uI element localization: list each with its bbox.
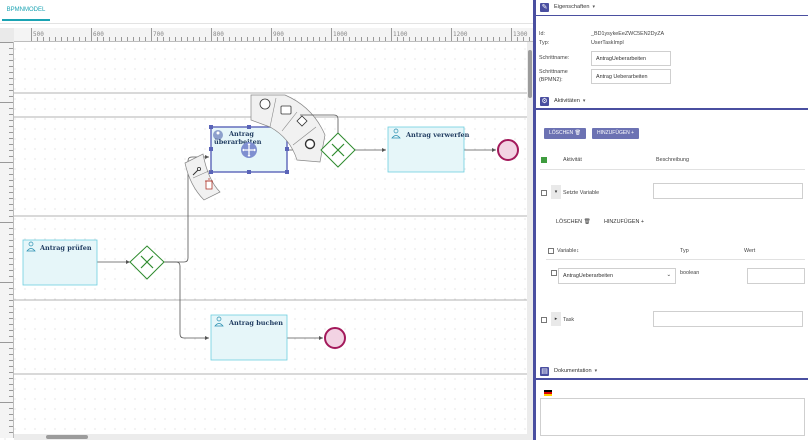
task-description-input[interactable]: [653, 311, 803, 327]
label-stepname-bpmn-2: (BPMN2):: [539, 77, 563, 83]
sub-add-button[interactable]: HINZUFÜGEN +: [604, 219, 644, 225]
gateway-exclusive-2[interactable]: [320, 132, 356, 168]
gateway-exclusive-1[interactable]: [129, 245, 165, 280]
chevron-down-icon: ⌄: [666, 272, 671, 278]
pencil-icon: ✎: [540, 3, 549, 12]
stepname-bpmn-input[interactable]: Antrag Ueberarbeiten: [591, 69, 671, 84]
stepname-input[interactable]: AntragUeberarbeiten: [591, 51, 671, 66]
variable-value-input[interactable]: [747, 268, 805, 284]
label-stepname: Schrittname:: [539, 55, 570, 61]
documentation-textarea[interactable]: [540, 398, 805, 436]
col-activity: Aktivität: [563, 157, 582, 163]
append-task-icon[interactable]: [280, 105, 292, 115]
label-type: Typ:: [539, 40, 550, 46]
plus-icon: +: [631, 130, 635, 136]
chevron-down-icon: ▾: [594, 368, 598, 374]
divider: [540, 169, 805, 170]
chevron-down-icon: ▾: [582, 98, 586, 104]
col-variable-label: Variable: [557, 248, 577, 254]
variable-type: boolean: [680, 270, 700, 276]
row-setvar-label: Setzte Variable: [563, 190, 600, 196]
canvas-horizontal-scrollbar[interactable]: [14, 434, 527, 440]
col-variable: Variable↕: [557, 248, 579, 255]
row-checkbox-task[interactable]: [541, 317, 547, 323]
value-id: _BD1ysykeEeZWC5EN2DyZA: [591, 31, 665, 37]
section-title-documentation: Dokumentation: [554, 368, 592, 374]
canvas-horizontal-scroll-thumb[interactable]: [46, 435, 88, 439]
select-all-checkbox[interactable]: [541, 157, 547, 163]
end-event-1[interactable]: [497, 139, 519, 161]
add-activity-button[interactable]: HINZUFÜGEN +: [592, 128, 640, 139]
expand-arrow-icon[interactable]: ▸: [551, 312, 561, 326]
sort-icon[interactable]: ↕: [576, 248, 579, 254]
section-title-activities: Aktivitäten: [554, 98, 580, 104]
canvas-vertical-scroll-thumb[interactable]: [528, 50, 532, 98]
variable-select-value: AntragUeberarbeiten: [563, 273, 614, 279]
flow-arrowheads: [126, 148, 496, 340]
var-select-all-checkbox[interactable]: [548, 248, 554, 254]
label-stepname-bpmn-1: Schrittname: [539, 69, 568, 75]
col-type: Typ: [680, 248, 689, 254]
label-id: Id:: [539, 31, 545, 37]
sequence-flows: [97, 149, 496, 339]
delete-activity-label: LÖSCHEN: [549, 130, 574, 136]
plus-icon: +: [640, 219, 644, 225]
var-row-checkbox[interactable]: [551, 270, 557, 276]
german-flag-icon[interactable]: [544, 390, 552, 396]
sub-delete-button[interactable]: LÖSCHEN 🗑: [556, 219, 590, 225]
delete-activity-button[interactable]: LÖSCHEN 🗑: [544, 128, 586, 139]
chevron-down-icon: ▾: [592, 4, 595, 10]
section-title-properties: Eigenschaften: [554, 4, 590, 10]
section-header-documentation[interactable]: ▤ Dokumentation ▾: [536, 364, 808, 380]
move-icon[interactable]: [241, 142, 257, 158]
col-description: Beschreibung: [656, 157, 689, 163]
bpmn-diagram[interactable]: Antrag prüfen Antrag überarbeiten Antrag…: [0, 0, 533, 440]
sub-add-label: HINZUFÜGEN: [604, 219, 640, 225]
setvar-description-input[interactable]: [653, 183, 803, 199]
sub-delete-label: LÖSCHEN: [556, 219, 583, 225]
document-icon: ▤: [540, 367, 549, 376]
gear-icon: ⚙: [540, 97, 549, 106]
end-event-2[interactable]: [324, 327, 346, 349]
row-checkbox-setvar[interactable]: [541, 190, 547, 196]
variable-select[interactable]: AntragUeberarbeiten ⌄: [558, 268, 676, 284]
trash-icon: 🗑: [574, 130, 581, 136]
trash-icon: 🗑: [583, 219, 591, 225]
add-activity-label: HINZUFÜGEN: [597, 130, 630, 136]
task-antrag-verwerfen[interactable]: Antrag verwerfen: [387, 126, 470, 173]
append-end-event-icon[interactable]: [304, 138, 316, 150]
task-label-pruefen: Antrag prüfen: [39, 244, 92, 252]
section-header-activities[interactable]: ⚙ Aktivitäten ▾: [536, 94, 808, 110]
divider: [546, 259, 805, 260]
task-antrag-ueberarbeiten[interactable]: Antrag überarbeiten: [209, 125, 289, 174]
section-header-properties[interactable]: ✎ Eigenschaften ▾: [536, 0, 808, 16]
value-type: UserTaskImpl: [591, 40, 624, 46]
task-antrag-pruefen[interactable]: Antrag prüfen: [22, 239, 98, 286]
col-value: Wert: [744, 248, 756, 254]
task-label-buchen: Antrag buchen: [228, 319, 283, 327]
append-start-event-icon[interactable]: [259, 98, 271, 110]
task-label-ueberarbeiten-1: Antrag: [228, 130, 254, 138]
collapse-arrow-icon[interactable]: ▾: [551, 185, 561, 199]
row-task-label: Task: [563, 317, 575, 323]
properties-panel: ✎ Eigenschaften ▾ Id: _BD1ysykeEeZWC5EN2D…: [533, 0, 808, 440]
task-label-verwerfen: Antrag verwerfen: [405, 131, 470, 139]
task-antrag-buchen[interactable]: Antrag buchen: [210, 314, 288, 361]
